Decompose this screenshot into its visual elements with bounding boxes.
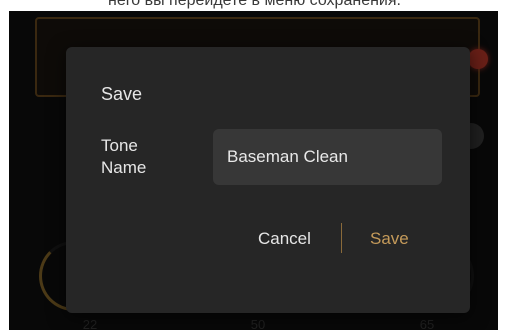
button-divider	[341, 223, 342, 253]
save-button[interactable]: Save	[370, 225, 409, 253]
tone-name-label: Tone Name	[101, 136, 147, 177]
app-screen: 22 50 65 Save Tone Name Cancel Save	[9, 11, 498, 330]
caption-text: него вы перейдете в меню сохранения.	[108, 0, 401, 9]
dialog-title: Save	[101, 84, 143, 104]
save-dialog: Save Tone Name Cancel Save	[66, 47, 470, 313]
cancel-button[interactable]: Cancel	[258, 225, 311, 253]
tone-name-input[interactable]	[213, 129, 442, 185]
